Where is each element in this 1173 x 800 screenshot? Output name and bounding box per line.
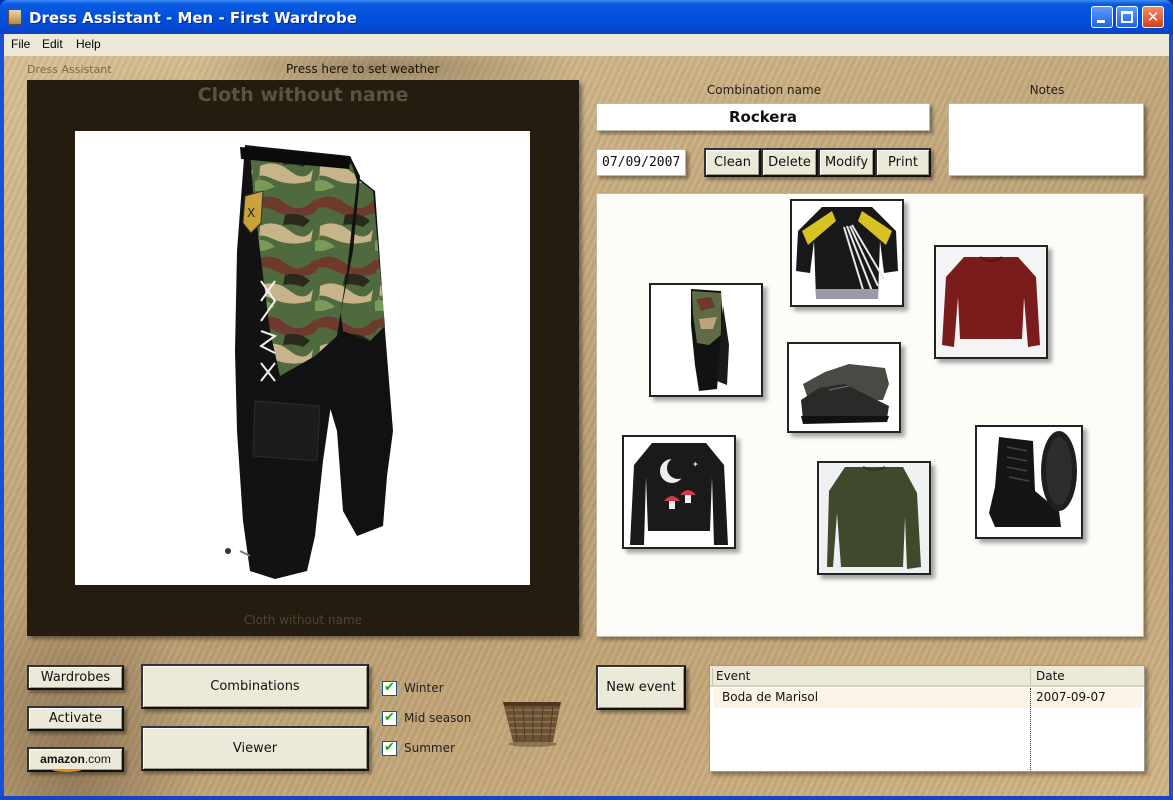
amazon-suffix-text: .com [84, 752, 111, 766]
green-sweater-thumb-icon [819, 463, 929, 573]
column-separator [712, 668, 713, 685]
item-black-boots[interactable] [975, 425, 1083, 539]
cloth-title: Cloth without name [197, 84, 409, 106]
winter-label: Winter [404, 681, 444, 695]
red-sweater-thumb-icon [936, 247, 1046, 357]
svg-text:X: X [247, 206, 255, 220]
column-separator[interactable] [1030, 668, 1031, 685]
table-row[interactable]: Boda de Marisol 2007-09-07 [714, 688, 1142, 708]
cloth-caption: Cloth without name [243, 613, 363, 627]
app-window: Dress Assistant - Men - First Wardrobe ✕… [0, 0, 1173, 800]
combination-canvas[interactable]: ✦ [596, 193, 1144, 637]
window-bottom-border [0, 796, 1173, 800]
amazon-logo: amazon.com [40, 752, 111, 772]
notes-input[interactable] [948, 103, 1144, 176]
boots-thumb-icon [989, 431, 1077, 527]
brand-label: Dress Assistant [27, 63, 112, 76]
print-button[interactable]: Print [875, 148, 931, 177]
checkbox-winter-box[interactable]: ✔ [382, 680, 397, 696]
title-bar[interactable]: Dress Assistant - Men - First Wardrobe ✕ [0, 0, 1173, 34]
maximize-button[interactable] [1116, 6, 1138, 28]
close-icon: ✕ [1146, 8, 1160, 26]
events-table[interactable]: Event Date Boda de Marisol 2007-09-07 [709, 665, 1145, 772]
trash-basket-icon[interactable] [501, 696, 563, 748]
combinations-button[interactable]: Combinations [141, 664, 369, 709]
minimize-button[interactable] [1091, 6, 1113, 28]
wardrobes-button[interactable]: Wardrobes [27, 665, 124, 690]
amazon-smile-icon [52, 767, 83, 772]
events-table-header: Event Date [710, 666, 1144, 687]
check-icon: ✔ [384, 680, 395, 695]
item-black-moon-sweatshirt[interactable]: ✦ [622, 435, 736, 549]
checkbox-summer-box[interactable]: ✔ [382, 740, 397, 756]
item-black-shoes[interactable] [787, 342, 901, 433]
amazon-brand-text: amazon [40, 752, 85, 766]
window-title: Dress Assistant - Men - First Wardrobe [29, 9, 357, 27]
item-red-sweater[interactable] [934, 245, 1048, 359]
menu-bar: File Edit Help [4, 34, 1169, 56]
jersey-thumb-icon [796, 207, 898, 299]
svg-text:✦: ✦ [692, 460, 699, 469]
item-camouflage-pants[interactable] [649, 283, 763, 397]
set-weather-link[interactable]: Press here to set weather [286, 62, 439, 76]
shoes-thumb-icon [801, 364, 889, 424]
check-icon: ✔ [384, 740, 395, 755]
app-icon [8, 9, 22, 25]
notes-label: Notes [1029, 83, 1065, 97]
maximize-icon [1121, 11, 1133, 23]
camouflage-pants-image: X [225, 145, 393, 579]
item-motocross-jersey[interactable] [790, 199, 904, 307]
check-icon: ✔ [384, 710, 395, 725]
cloth-viewer-panel: Cloth without name X Cloth without name [27, 80, 579, 636]
menu-help[interactable]: Help [76, 37, 101, 51]
column-divider [1030, 688, 1031, 771]
summer-label: Summer [404, 741, 455, 755]
close-button[interactable]: ✕ [1142, 6, 1164, 28]
modify-button[interactable]: Modify [818, 148, 875, 177]
combination-name-label: Combination name [706, 83, 822, 97]
column-header-date[interactable]: Date [1036, 669, 1065, 683]
date-input[interactable]: 07/09/2007 [596, 149, 686, 176]
menu-file[interactable]: File [11, 37, 30, 51]
delete-button[interactable]: Delete [761, 148, 818, 177]
amazon-button[interactable]: amazon.com [27, 747, 124, 772]
viewer-button[interactable]: Viewer [141, 726, 369, 771]
checkbox-mid-season-box[interactable]: ✔ [382, 710, 397, 726]
activate-button[interactable]: Activate [27, 706, 124, 731]
client-area: Dress Assistant Press here to set weathe… [4, 56, 1169, 796]
minimize-icon [1097, 20, 1105, 23]
mid-season-label: Mid season [404, 711, 472, 725]
event-name-cell: Boda de Marisol [722, 690, 819, 704]
event-date-cell: 2007-09-07 [1036, 690, 1106, 704]
column-header-event[interactable]: Event [716, 669, 750, 683]
new-event-button[interactable]: New event [596, 665, 686, 710]
clean-button[interactable]: Clean [704, 148, 761, 177]
menu-edit[interactable]: Edit [42, 37, 63, 51]
pants-thumb-icon [691, 289, 729, 391]
combination-name-input[interactable]: Rockera [596, 103, 930, 131]
moon-sweatshirt-thumb-icon: ✦ [630, 443, 728, 545]
cloth-image[interactable]: X [75, 131, 530, 585]
item-green-sweater[interactable] [817, 461, 931, 575]
